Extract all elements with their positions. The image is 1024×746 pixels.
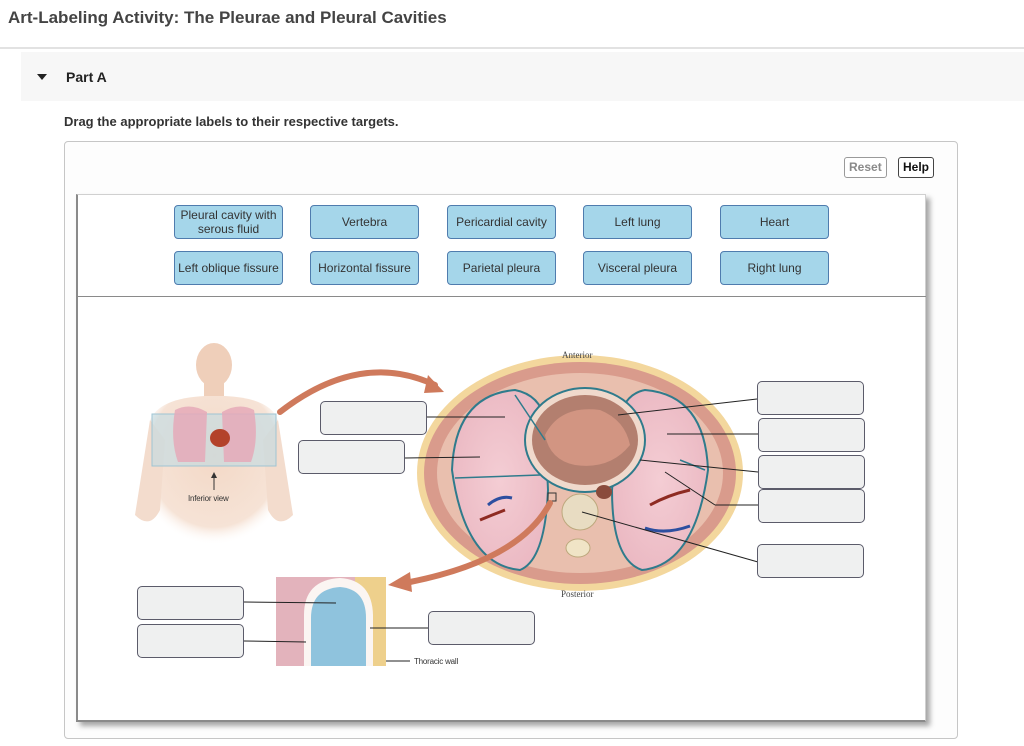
drop-target[interactable] bbox=[298, 440, 405, 474]
drop-target[interactable] bbox=[757, 544, 864, 578]
drop-target[interactable] bbox=[428, 611, 535, 645]
drop-target[interactable] bbox=[320, 401, 427, 435]
drop-target[interactable] bbox=[758, 455, 865, 489]
anterior-caption: Anterior bbox=[562, 350, 593, 360]
drop-target[interactable] bbox=[137, 624, 244, 658]
drop-target[interactable] bbox=[758, 489, 865, 523]
thoracic-wall-caption: Thoracic wall bbox=[414, 657, 459, 666]
pleura-detail-inset bbox=[276, 577, 386, 666]
drop-target[interactable] bbox=[137, 586, 244, 620]
posterior-caption: Posterior bbox=[561, 589, 594, 599]
inferior-view-caption: Inferior view bbox=[188, 494, 229, 503]
drop-target[interactable] bbox=[757, 381, 864, 415]
drop-target[interactable] bbox=[758, 418, 865, 452]
thorax-cross-section bbox=[417, 355, 743, 591]
body-figure bbox=[135, 343, 293, 545]
